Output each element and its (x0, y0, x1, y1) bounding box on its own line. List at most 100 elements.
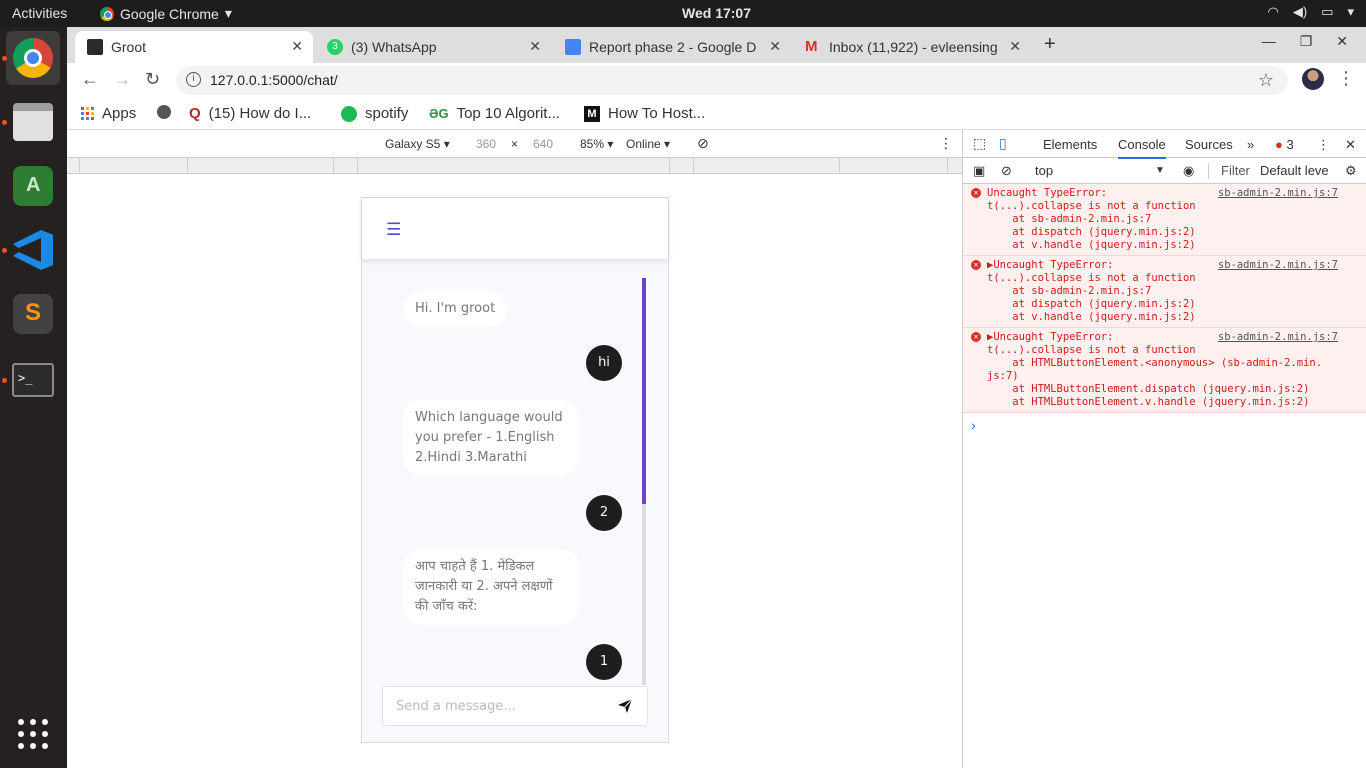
chrome-menu-button[interactable]: ⋮ (1337, 68, 1355, 89)
dock-sublime[interactable] (6, 287, 60, 341)
files-icon (13, 103, 53, 141)
bookmark-globe[interactable] (157, 105, 171, 119)
system-top-bar: Activities Google Chrome ▾ Wed 17:07 ◠ ◀… (0, 0, 1366, 27)
maximize-button[interactable]: ❐ (1300, 33, 1313, 50)
dock-terminal[interactable]: >_ (6, 353, 60, 407)
console-prompt[interactable]: › (963, 413, 1366, 433)
more-options-icon[interactable]: ⋮ (939, 135, 953, 152)
hamburger-menu-icon[interactable]: ☰ (386, 220, 401, 240)
terminal-icon (87, 39, 103, 55)
zoom-select[interactable]: 85% ▾ (580, 137, 613, 151)
dock-vscode[interactable] (6, 223, 60, 277)
sidebar-toggle-icon[interactable]: ▣ (973, 163, 985, 179)
device-viewport-area: Galaxy S5 ▾ 360 × 640 85% ▾ Online ▾ ⊘ ⋮… (67, 130, 962, 768)
inspect-element-icon[interactable]: ⬚ (973, 135, 986, 152)
chevron-down-icon: ▾ (224, 5, 232, 21)
more-tabs-icon[interactable]: » (1247, 137, 1254, 152)
error-source-link[interactable]: sb-admin-2.min.js:7 (1218, 187, 1338, 200)
system-tray[interactable]: ◠ ◀) ▭ ▾ (1268, 4, 1355, 20)
error-stack: t(...).collapse is not a function at sb-… (987, 272, 1196, 323)
dock-chrome[interactable] (6, 31, 60, 85)
send-icon[interactable] (617, 698, 633, 714)
error-stack: t(...).collapse is not a function at HTM… (987, 344, 1323, 408)
close-tab-icon[interactable]: ✕ (291, 38, 303, 55)
context-select[interactable]: top (1035, 163, 1053, 178)
bookmark-star-icon[interactable]: ☆ (1258, 70, 1274, 91)
bookmark-quora[interactable]: Q (15) How do I... (189, 105, 311, 122)
app-menu-label: Google Chrome (120, 5, 219, 22)
app-menu[interactable]: Google Chrome ▾ (100, 5, 232, 22)
settings-gear-icon[interactable]: ⚙ (1345, 163, 1357, 179)
console-error[interactable]: ✕ ▶Uncaught TypeError: sb-admin-2.min.js… (963, 328, 1366, 413)
divider (1208, 163, 1209, 179)
address-bar[interactable]: i 127.0.0.1:5000/chat/ ☆ (176, 66, 1288, 95)
site-info-icon[interactable]: i (186, 72, 201, 87)
bookmark-spotify[interactable]: spotify (341, 105, 408, 122)
error-source-link[interactable]: sb-admin-2.min.js:7 (1218, 259, 1338, 272)
profile-avatar[interactable] (1302, 68, 1324, 90)
back-button[interactable]: ← (81, 69, 99, 90)
user-message: hi (586, 345, 622, 381)
media-query-ruler[interactable] (67, 158, 962, 174)
tab-console[interactable]: Console (1118, 137, 1166, 159)
gmail-icon: M (805, 38, 818, 55)
forward-button[interactable]: → (113, 69, 131, 90)
tab-elements[interactable]: Elements (1043, 137, 1097, 152)
network-select[interactable]: Online ▾ (626, 137, 670, 151)
minimize-button[interactable]: — (1262, 33, 1276, 50)
vscode-icon (13, 230, 53, 270)
message-composer (382, 686, 648, 726)
bot-message: आप चाहते हैं 1. मेडिकल जानकारी या 2. अपन… (403, 549, 579, 625)
tab-sources[interactable]: Sources (1185, 137, 1233, 152)
terminal-icon: >_ (12, 363, 54, 397)
page-content: Galaxy S5 ▾ 360 × 640 85% ▾ Online ▾ ⊘ ⋮… (67, 130, 1366, 768)
device-width[interactable]: 360 (476, 137, 496, 151)
bookmark-medium[interactable]: M How To Host... (584, 105, 705, 122)
close-tab-icon[interactable]: ✕ (529, 38, 541, 55)
apps-grid-icon (18, 719, 48, 749)
device-select[interactable]: Galaxy S5 ▾ (385, 137, 450, 151)
tab-gmail[interactable]: M Inbox (11,922) - evleensing ✕ (793, 31, 1031, 63)
spotify-icon (341, 105, 357, 122)
console-error[interactable]: ✕ Uncaught TypeError: sb-admin-2.min.js:… (963, 184, 1366, 256)
chevron-down-icon: ▼ (1155, 165, 1165, 176)
close-devtools-icon[interactable]: ✕ (1345, 137, 1356, 153)
activities-button[interactable]: Activities (12, 5, 67, 21)
tab-whatsapp[interactable]: 3 (3) WhatsApp ✕ (315, 31, 551, 63)
error-count-badge[interactable]: ● 3 (1275, 137, 1294, 152)
clock[interactable]: Wed 17:07 (682, 5, 751, 21)
device-toggle-icon[interactable]: ▯ (999, 135, 1007, 152)
bot-message: Hi. I'm groot (403, 291, 508, 327)
devtools-panel: ⬚ ▯ Elements Console Sources » ● 3 ⋮ ✕ ▣… (962, 130, 1366, 768)
message-input[interactable] (383, 687, 603, 725)
new-tab-button[interactable]: + (1044, 33, 1056, 56)
running-indicator (2, 120, 7, 125)
eye-icon[interactable]: ◉ (1183, 163, 1194, 179)
reload-button[interactable]: ↻ (145, 69, 160, 90)
rotate-icon[interactable]: ⊘ (697, 135, 709, 152)
device-height[interactable]: 640 (533, 137, 553, 151)
dock-android-studio[interactable] (6, 159, 60, 213)
bookmark-geeksforgeeks[interactable]: ƏG Top 10 Algorit... (429, 105, 560, 122)
scrollbar-thumb[interactable] (642, 278, 646, 504)
bookmark-apps[interactable]: Apps (81, 105, 136, 122)
tab-title: Inbox (11,922) - evleensing (829, 39, 998, 55)
console-error[interactable]: ✕ ▶Uncaught TypeError: sb-admin-2.min.js… (963, 256, 1366, 328)
clear-console-icon[interactable]: ⊘ (1001, 163, 1012, 179)
dock-files[interactable] (6, 95, 60, 149)
log-levels-select[interactable]: Default leve (1260, 163, 1340, 178)
chrome-window: Groot ✕ 3 (3) WhatsApp ✕ Report phase 2 … (67, 27, 1366, 768)
tab-title: Report phase 2 - Google D (589, 39, 757, 55)
emulated-phone-screen: ☰ Hi. I'm groot hi Which language would … (361, 197, 669, 743)
error-source-link[interactable]: sb-admin-2.min.js:7 (1218, 331, 1338, 344)
close-tab-icon[interactable]: ✕ (769, 38, 781, 55)
window-controls: — ❐ ✕ (1262, 33, 1366, 50)
tab-groot[interactable]: Groot ✕ (75, 31, 313, 63)
show-applications-button[interactable] (6, 707, 60, 761)
dock: >_ (0, 27, 67, 768)
devtools-menu-icon[interactable]: ⋮ (1317, 137, 1330, 153)
filter-input[interactable]: Filter (1221, 163, 1250, 178)
close-tab-icon[interactable]: ✕ (1009, 38, 1021, 55)
close-window-button[interactable]: ✕ (1336, 33, 1348, 50)
tab-google-docs[interactable]: Report phase 2 - Google D ✕ (553, 31, 791, 63)
